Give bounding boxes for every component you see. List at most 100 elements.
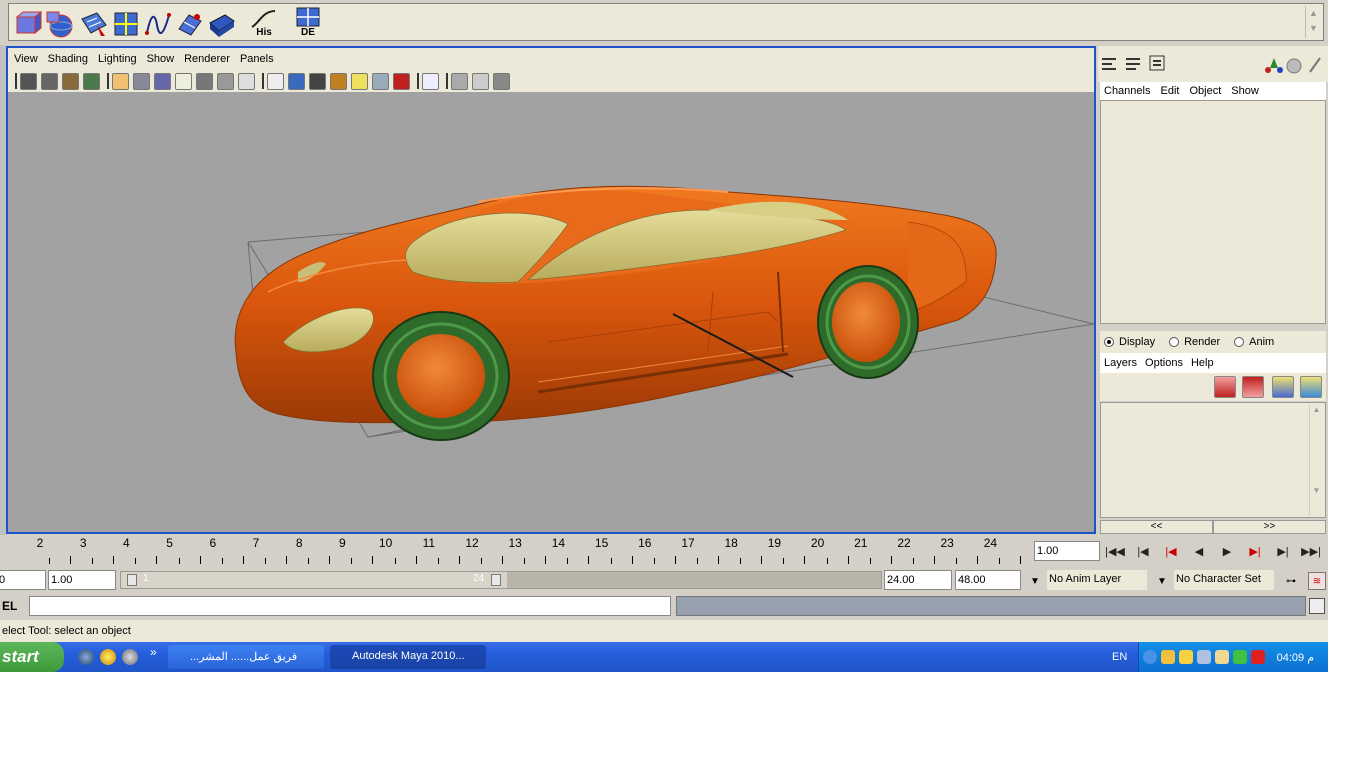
film-gate-icon[interactable] bbox=[133, 72, 150, 90]
smooth-shade-icon[interactable] bbox=[288, 72, 305, 90]
character-set-dropdown-icon[interactable]: ▼ bbox=[1153, 572, 1171, 590]
attribute-editor-icon[interactable] bbox=[1126, 58, 1140, 70]
range-slider[interactable]: 1 24 bbox=[120, 571, 882, 589]
axis-icon[interactable] bbox=[1265, 58, 1283, 73]
display-radio[interactable]: Display bbox=[1104, 336, 1155, 348]
menu-edit[interactable]: Edit bbox=[1160, 85, 1179, 97]
go-to-start-icon[interactable]: |◀◀ bbox=[1102, 540, 1128, 562]
collapse-left-button[interactable]: << bbox=[1100, 520, 1213, 534]
paint-icon[interactable] bbox=[493, 72, 510, 90]
step-forward-key-icon[interactable]: ▶| bbox=[1242, 540, 1268, 562]
gate-mask-icon[interactable] bbox=[175, 72, 192, 90]
menu-view[interactable]: View bbox=[14, 53, 38, 65]
command-input[interactable] bbox=[29, 596, 671, 616]
tray-users-icon[interactable] bbox=[1179, 650, 1193, 664]
tray-expand-icon[interactable] bbox=[1143, 650, 1157, 664]
new-layer-icon[interactable] bbox=[1272, 376, 1294, 398]
command-language-label[interactable]: EL bbox=[2, 599, 17, 613]
isolate-select-icon[interactable] bbox=[422, 72, 439, 90]
textured-icon[interactable] bbox=[330, 72, 347, 90]
safe-action-icon[interactable] bbox=[217, 72, 234, 90]
messenger-icon[interactable] bbox=[100, 649, 116, 665]
loft-icon[interactable] bbox=[175, 7, 205, 39]
range-start-handle[interactable] bbox=[127, 574, 137, 586]
go-to-end-icon[interactable]: ▶▶| bbox=[1298, 540, 1324, 562]
render-radio[interactable]: Render bbox=[1169, 336, 1220, 348]
history-icon[interactable]: His bbox=[249, 7, 279, 39]
pin-icon[interactable] bbox=[1309, 57, 1321, 73]
select-surface-icon[interactable] bbox=[79, 7, 109, 39]
anim-radio[interactable]: Anim bbox=[1234, 336, 1274, 348]
taskbar-item-maya[interactable]: Autodesk Maya 2010... bbox=[330, 645, 486, 669]
menu-panels[interactable]: Panels bbox=[240, 53, 274, 65]
menu-renderer[interactable]: Renderer bbox=[184, 53, 230, 65]
start-button[interactable]: start bbox=[0, 642, 64, 672]
lights-icon[interactable] bbox=[351, 72, 368, 90]
bookmark-icon[interactable] bbox=[62, 72, 79, 90]
radio-button[interactable] bbox=[1169, 337, 1180, 347]
shadows-icon[interactable] bbox=[372, 72, 389, 90]
wireframe-on-shaded-icon[interactable] bbox=[309, 72, 326, 90]
script-editor-icon[interactable] bbox=[1309, 598, 1325, 614]
cube-nurbs-icon[interactable] bbox=[13, 7, 43, 39]
3d-viewport[interactable] bbox=[8, 92, 1094, 532]
delete-history-icon[interactable]: DE bbox=[293, 7, 323, 39]
anim-layer-field[interactable]: No Anim Layer bbox=[1047, 570, 1147, 590]
hq-render-icon[interactable] bbox=[451, 72, 468, 90]
menu-help[interactable]: Help bbox=[1191, 357, 1214, 369]
curve-icon[interactable] bbox=[143, 7, 173, 39]
language-indicator[interactable]: EN bbox=[1112, 651, 1127, 663]
playback-end-field[interactable]: 24.00 bbox=[884, 570, 952, 590]
shelf-scrollbar[interactable]: ▲ ▼ bbox=[1305, 6, 1321, 38]
channelbox-icon[interactable] bbox=[1102, 58, 1116, 70]
tool-settings-icon[interactable] bbox=[1149, 55, 1165, 71]
wireframe-icon[interactable] bbox=[267, 72, 284, 90]
new-layer-selected-icon[interactable] bbox=[1300, 376, 1322, 398]
extrude-icon[interactable] bbox=[207, 7, 237, 39]
current-time-field[interactable]: 1.00 bbox=[1034, 541, 1100, 561]
playback-start-field[interactable]: 1.00 bbox=[48, 570, 116, 590]
tray-check-icon[interactable] bbox=[1233, 650, 1247, 664]
field-chart-icon[interactable] bbox=[196, 72, 213, 90]
sphere-shade-icon[interactable] bbox=[1286, 58, 1302, 74]
character-set-field[interactable]: No Character Set bbox=[1174, 570, 1274, 590]
move-layer-down-icon[interactable] bbox=[1242, 376, 1264, 398]
end-frame-field[interactable]: 48.00 bbox=[955, 570, 1021, 590]
tray-folder-icon[interactable] bbox=[1161, 650, 1175, 664]
layer-scrollbar[interactable]: ▲ ▼ bbox=[1309, 405, 1323, 515]
menu-channels[interactable]: Channels bbox=[1104, 85, 1150, 97]
menu-shading[interactable]: Shading bbox=[48, 53, 88, 65]
tray-mail-icon[interactable] bbox=[1215, 650, 1229, 664]
grid-surface-icon[interactable] bbox=[111, 7, 141, 39]
play-backwards-icon[interactable]: ◀ bbox=[1186, 540, 1212, 562]
menu-layers[interactable]: Layers bbox=[1104, 357, 1137, 369]
menu-show[interactable]: Show bbox=[147, 53, 175, 65]
step-back-key-icon[interactable]: |◀ bbox=[1158, 540, 1184, 562]
play-forwards-icon[interactable]: ▶ bbox=[1214, 540, 1240, 562]
radio-button[interactable] bbox=[1234, 337, 1245, 347]
xray-icon[interactable] bbox=[393, 72, 410, 90]
menu-lighting[interactable]: Lighting bbox=[98, 53, 137, 65]
quicklaunch-more-icon[interactable]: » bbox=[150, 645, 157, 659]
quicklaunch-icon[interactable] bbox=[122, 649, 138, 665]
anim-preferences-icon[interactable]: ≋ bbox=[1308, 572, 1326, 590]
resolution-gate-icon[interactable] bbox=[154, 72, 171, 90]
start-frame-field[interactable]: 0 bbox=[0, 570, 46, 590]
sphere-nurbs-icon[interactable] bbox=[45, 7, 75, 39]
menu-show-channels[interactable]: Show bbox=[1231, 85, 1259, 97]
menu-object[interactable]: Object bbox=[1189, 85, 1221, 97]
safe-title-icon[interactable] bbox=[238, 72, 255, 90]
taskbar-item-browser[interactable]: ...فريق عمل...... المشر bbox=[168, 645, 324, 669]
tray-antivirus-icon[interactable] bbox=[1251, 650, 1265, 664]
step-forward-icon[interactable]: ▶| bbox=[1270, 540, 1296, 562]
image-plane-icon[interactable] bbox=[83, 72, 100, 90]
camera-icon[interactable] bbox=[20, 72, 37, 90]
auto-key-icon[interactable]: ⊶ bbox=[1282, 572, 1300, 590]
internet-explorer-icon[interactable] bbox=[78, 649, 94, 665]
camera-attributes-icon[interactable] bbox=[41, 72, 58, 90]
time-slider[interactable]: 2 3 4 5 6 7 8 9 10 11 12 13 14 15 16 17 18 19 20 21 22 23 24 bbox=[0, 536, 1030, 566]
move-layer-up-icon[interactable] bbox=[1214, 376, 1236, 398]
collapse-right-button[interactable]: >> bbox=[1213, 520, 1326, 534]
anim-layer-dropdown-icon[interactable]: ▼ bbox=[1026, 572, 1044, 590]
radio-button[interactable] bbox=[1104, 337, 1114, 347]
